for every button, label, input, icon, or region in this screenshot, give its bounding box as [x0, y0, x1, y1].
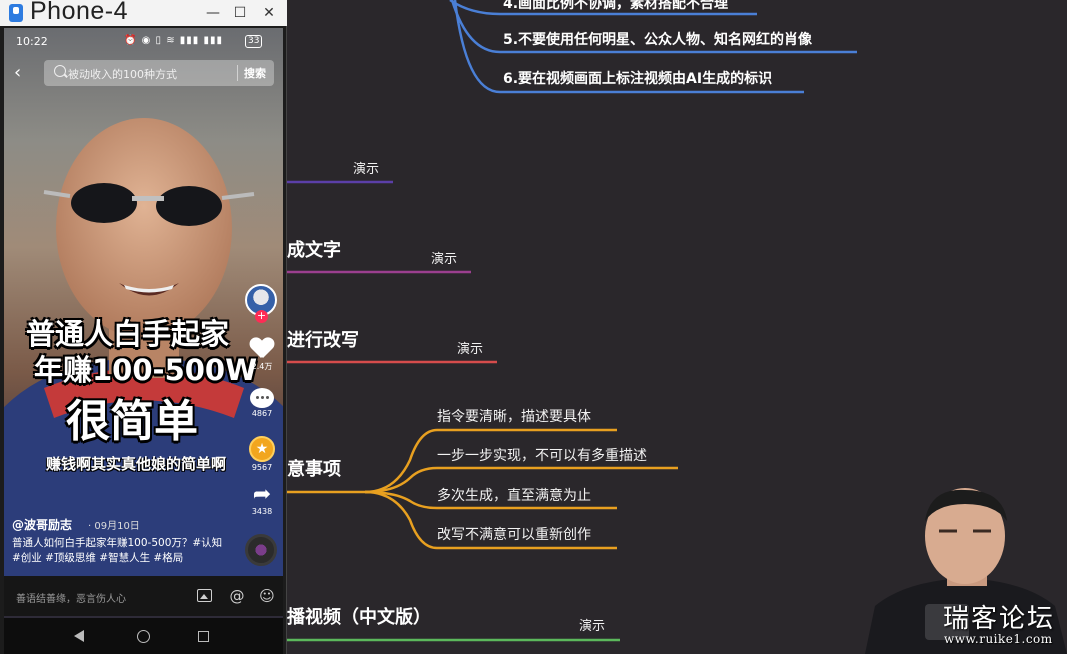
mindmap-demo-1[interactable]: 演示: [353, 158, 379, 177]
app-logo-icon: [9, 4, 23, 22]
mindmap-demo-5[interactable]: 演示: [579, 615, 605, 634]
share-button[interactable]: ➦ 3438: [242, 482, 282, 517]
post-description[interactable]: 普通人如何白手起家年赚100-500万？#认知 #创业 #顶级思维 #智慧人生 …: [12, 536, 227, 566]
search-box[interactable]: 被动收入的100种方式 搜索: [44, 60, 274, 86]
mindmap-item-4[interactable]: 4.画面比例不协调，素材搭配不合理: [503, 0, 728, 13]
share-arrow-icon: ➦: [252, 482, 272, 507]
mindmap-branch-3[interactable]: 进行改写: [287, 326, 359, 352]
back-arrow-icon[interactable]: ‹: [14, 63, 34, 83]
search-button[interactable]: 搜索: [237, 65, 266, 81]
mindmap-demo-3[interactable]: 演示: [457, 338, 483, 357]
mindmap-item-6[interactable]: 6.要在视频画面上标注视频由AI生成的标识: [503, 68, 772, 88]
android-nav-bar: [4, 618, 283, 654]
search-icon: [54, 65, 66, 77]
watermark-url: www.ruike1.com: [944, 632, 1053, 646]
star-icon: ★: [249, 436, 275, 462]
status-time: 10:22: [16, 35, 48, 48]
mindmap-branch-5[interactable]: 播视频（中文版）: [287, 603, 431, 629]
follow-plus-icon[interactable]: +: [255, 310, 268, 323]
emoji-icon[interactable]: ☺: [258, 587, 276, 605]
video-caption-line2: 年赚100-500W: [34, 353, 258, 387]
author-name[interactable]: @波哥励志: [12, 516, 72, 533]
heart-icon: [250, 338, 274, 360]
comment-input[interactable]: 善语结善缘，恶言伤人心: [16, 590, 126, 605]
comment-bubble-icon: [250, 388, 274, 408]
phone-screen[interactable]: 10:22 ⏰ ◉ ▯ ≋ ▮▮▮ ▮▮▮ 33 ‹ 被动收入的100种方式 搜…: [4, 28, 283, 654]
nav-home-icon[interactable]: [137, 630, 150, 643]
status-bar: 10:22 ⏰ ◉ ▯ ≋ ▮▮▮ ▮▮▮ 33: [4, 28, 283, 54]
favorite-button[interactable]: ★ 9567: [242, 436, 282, 472]
music-disc-icon[interactable]: [245, 534, 277, 566]
comment-button[interactable]: 4867: [242, 388, 282, 418]
minimize-button[interactable]: —: [204, 4, 222, 22]
post-date: · 09月10日: [88, 521, 140, 532]
watermark-logo: 瑞客论坛: [943, 604, 1056, 634]
mindmap-leaf-2[interactable]: 一步一步实现，不可以有多重描述: [437, 445, 647, 465]
mindmap-item-5[interactable]: 5.不要使用任何明星、公众人物、知名网红的肖像: [503, 29, 812, 49]
window-title: Phone-4: [30, 0, 129, 25]
window-titlebar[interactable]: Phone-4 — ☐ ✕: [0, 0, 287, 26]
mindmap-leaf-3[interactable]: 多次生成，直至满意为止: [437, 485, 591, 505]
close-button[interactable]: ✕: [260, 4, 278, 22]
battery-icon: 33: [245, 35, 263, 48]
nav-recents-icon[interactable]: [198, 631, 209, 642]
mindmap-leaf-4[interactable]: 改写不满意可以重新创作: [437, 524, 591, 544]
status-icons: ⏰ ◉ ▯ ≋ ▮▮▮ ▮▮▮: [124, 35, 223, 46]
mindmap-leaf-1[interactable]: 指令要清晰，描述要具体: [437, 406, 591, 426]
mindmap-branch-2[interactable]: 成文字: [287, 236, 341, 262]
comment-count: 4867: [251, 409, 273, 418]
nav-back-icon[interactable]: [74, 630, 84, 642]
phone-emulator-window[interactable]: Phone-4 — ☐ ✕ 10:22 ⏰ ◉ ▯ ≋ ▮▮▮ ▮▮▮ 33 ‹…: [0, 0, 287, 654]
search-input[interactable]: 被动收入的100种方式: [68, 66, 177, 82]
comment-bar: 善语结善缘，恶言伤人心 @ ☺: [4, 576, 283, 616]
mindmap-demo-2[interactable]: 演示: [431, 248, 457, 267]
like-count: 2.4万: [251, 362, 273, 371]
image-icon[interactable]: [197, 589, 212, 602]
share-count: 3438: [251, 507, 273, 516]
maximize-button[interactable]: ☐: [231, 4, 249, 22]
like-button[interactable]: 2.4万: [242, 338, 282, 372]
video-caption-sub: 赚钱啊其实真他娘的简单啊: [46, 455, 227, 473]
mindmap-branch-4[interactable]: 意事项: [287, 455, 341, 481]
video-caption-line3: 很简单: [66, 396, 198, 447]
search-row: ‹ 被动收入的100种方式 搜索: [4, 58, 283, 88]
favorite-count: 9567: [251, 463, 273, 472]
at-mention-icon[interactable]: @: [228, 587, 246, 605]
